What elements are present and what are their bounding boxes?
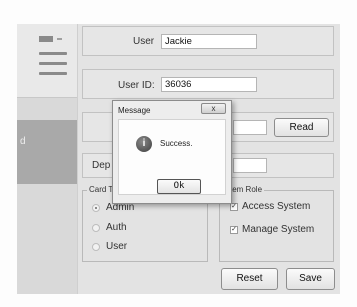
- manage-system-label: Manage System: [242, 224, 315, 235]
- radio-auth[interactable]: [92, 224, 100, 232]
- department-label: Dep: [92, 160, 111, 171]
- sidebar-header: [17, 24, 77, 98]
- reset-button[interactable]: Reset: [221, 268, 278, 290]
- userid-field[interactable]: 36036: [161, 77, 257, 92]
- card-number-field[interactable]: [233, 120, 267, 135]
- sidebar-item-label: d: [20, 136, 26, 147]
- app-window: d User Jackie User ID: 36036 Read Dep Ca…: [0, 0, 357, 307]
- info-icon: i: [136, 136, 152, 152]
- menu-icon-bar: [39, 52, 67, 55]
- dialog-body: i Success. Ok: [118, 119, 226, 195]
- userid-row: User ID: 36036: [82, 69, 334, 99]
- user-field[interactable]: Jackie: [161, 34, 257, 49]
- option-auth-label: Auth: [106, 222, 127, 233]
- close-button[interactable]: x: [201, 103, 226, 114]
- menu-icon-bar: [39, 72, 67, 75]
- user-label: User: [133, 36, 155, 47]
- user-row: User Jackie: [82, 26, 334, 56]
- read-button[interactable]: Read: [274, 118, 329, 137]
- tab-indicator-dot: [57, 38, 62, 40]
- access-system-label: Access System: [242, 201, 311, 212]
- dialog-message: Success.: [160, 139, 193, 148]
- dialog-title: Message: [118, 106, 151, 115]
- message-dialog: Message x i Success. Ok: [112, 100, 232, 204]
- sidebar-item-selected[interactable]: d: [17, 120, 77, 184]
- option-user-label: User: [106, 241, 128, 252]
- save-button[interactable]: Save: [286, 268, 335, 290]
- department-field[interactable]: [233, 158, 267, 173]
- system-role-group: stem Role ✓ Access System ✓ Manage Syste…: [219, 185, 334, 262]
- radio-user[interactable]: [92, 243, 100, 251]
- userid-label: User ID:: [118, 80, 155, 91]
- checkbox-manage-system[interactable]: ✓: [230, 226, 238, 234]
- radio-admin[interactable]: [92, 204, 100, 212]
- menu-icon-bar: [39, 62, 67, 65]
- sidebar: d: [17, 24, 77, 294]
- tab-indicator-icon: [39, 36, 53, 42]
- ok-button[interactable]: Ok: [157, 179, 201, 194]
- checkbox-access-system[interactable]: ✓: [230, 203, 238, 211]
